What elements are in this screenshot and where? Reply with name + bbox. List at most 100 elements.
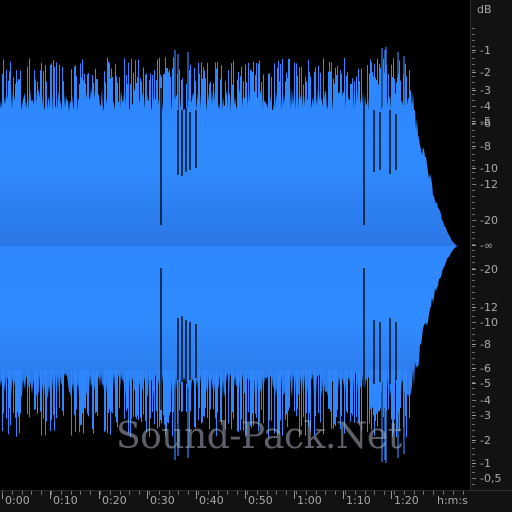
time-tick-label: 0:20 — [102, 494, 127, 507]
time-minor-tick — [247, 491, 248, 495]
db-tick: -2 — [471, 434, 512, 448]
time-minor-tick — [139, 491, 140, 495]
db-minor-tick — [472, 298, 475, 299]
db-tick-label: -1 — [480, 457, 491, 470]
db-minor-tick — [472, 250, 475, 251]
db-tick-label: -2 — [480, 66, 491, 79]
db-tick: -10 — [471, 316, 512, 330]
db-minor-tick — [472, 442, 475, 443]
db-minor-tick — [472, 58, 475, 59]
db-minor-tick — [472, 448, 475, 449]
time-ruler[interactable]: h:m:s 0:00 0:10 0:20 0:30 0:40 0:50 1:00 1:10 1:… — [0, 490, 512, 512]
time-minor-tick — [120, 491, 121, 495]
time-tick-mark — [147, 491, 148, 499]
db-minor-tick — [472, 124, 475, 125]
time-minor-tick — [22, 491, 23, 495]
time-minor-tick — [129, 491, 130, 495]
db-tick-label: -2 — [480, 434, 491, 447]
db-tick-mark — [472, 245, 476, 246]
db-minor-tick — [472, 28, 475, 29]
time-minor-tick — [110, 491, 111, 495]
db-tick-mark — [472, 415, 476, 416]
db-tick: -12 — [471, 301, 512, 315]
time-minor-tick — [296, 491, 297, 495]
db-tick: -1 — [471, 457, 512, 471]
db-minor-tick — [472, 34, 475, 35]
db-minor-tick — [472, 178, 475, 179]
time-minor-tick — [276, 491, 277, 495]
db-tick-label: -4 — [480, 394, 491, 407]
time-minor-tick — [178, 491, 179, 495]
db-minor-tick — [472, 82, 475, 83]
time-minor-tick — [423, 491, 424, 495]
time-tick-mark — [196, 491, 197, 499]
db-tick-label: -12 — [480, 301, 498, 314]
time-minor-tick — [463, 491, 464, 495]
db-minor-tick — [472, 268, 475, 269]
db-minor-tick — [472, 370, 475, 371]
db-minor-tick — [472, 484, 475, 485]
db-tick: -12 — [471, 178, 512, 192]
db-minor-tick — [472, 478, 475, 479]
time-minor-tick — [227, 491, 228, 495]
db-minor-tick — [472, 412, 475, 413]
db-minor-tick — [472, 64, 475, 65]
db-unit-label: dB — [477, 3, 492, 16]
db-tick-label: -0,5 — [480, 472, 502, 485]
time-minor-tick — [394, 491, 395, 495]
db-minor-tick — [472, 166, 475, 167]
time-minor-tick — [325, 491, 326, 495]
time-minor-tick — [443, 491, 444, 495]
db-minor-tick — [472, 256, 475, 257]
db-tick-label: -5 — [480, 377, 491, 390]
db-minor-tick — [472, 274, 475, 275]
db-tick-mark — [472, 90, 476, 91]
db-minor-tick — [472, 244, 475, 245]
db-minor-tick — [472, 454, 475, 455]
db-minor-tick — [472, 154, 475, 155]
db-tick-label: -20 — [480, 214, 498, 227]
db-tick-label: -12 — [480, 178, 498, 191]
db-tick-mark — [472, 383, 476, 384]
waveform-graph[interactable] — [0, 0, 470, 490]
time-tick-label: 0:30 — [150, 494, 175, 507]
time-tick-label: 1:20 — [394, 494, 419, 507]
time-tick-label: 0:00 — [5, 494, 30, 507]
db-tick-label: -8 — [480, 140, 491, 153]
db-minor-tick — [472, 130, 475, 131]
db-tick-label: -∞ — [480, 239, 494, 252]
db-tick: -0,5 — [471, 472, 512, 486]
db-minor-tick — [472, 346, 475, 347]
db-minor-tick — [472, 322, 475, 323]
db-tick-mark — [472, 344, 476, 345]
time-tick-mark — [294, 491, 295, 499]
db-ruler[interactable]: dB -1 -2 -3 -4 -5 -6 -8 -10 -12 -20 -∞ -20 -12 -10 -8 -… — [470, 0, 512, 490]
db-tick: -4 — [471, 394, 512, 408]
db-minor-tick — [472, 40, 475, 41]
db-tick-mark — [472, 368, 476, 369]
db-minor-tick — [472, 172, 475, 173]
db-tick: -5 — [471, 377, 512, 391]
db-tick: -8 — [471, 338, 512, 352]
time-minor-tick — [159, 491, 160, 495]
time-minor-tick — [237, 491, 238, 495]
db-unit-label-tick: dB — [471, 3, 512, 17]
time-minor-tick — [365, 491, 366, 495]
time-minor-tick — [306, 491, 307, 495]
db-minor-tick — [472, 238, 475, 239]
db-minor-tick — [472, 52, 475, 53]
waveform-display[interactable] — [0, 0, 470, 490]
time-minor-tick — [316, 491, 317, 495]
db-minor-tick — [472, 184, 475, 185]
db-minor-tick — [472, 304, 475, 305]
db-tick: -6 — [471, 362, 512, 376]
db-minor-tick — [472, 88, 475, 89]
db-minor-tick — [472, 190, 475, 191]
db-minor-tick — [472, 400, 475, 401]
time-minor-tick — [267, 491, 268, 495]
db-tick-label: -3 — [480, 84, 491, 97]
db-minor-tick — [472, 160, 475, 161]
db-minor-tick — [472, 388, 475, 389]
db-minor-tick — [472, 430, 475, 431]
time-minor-tick — [71, 491, 72, 495]
